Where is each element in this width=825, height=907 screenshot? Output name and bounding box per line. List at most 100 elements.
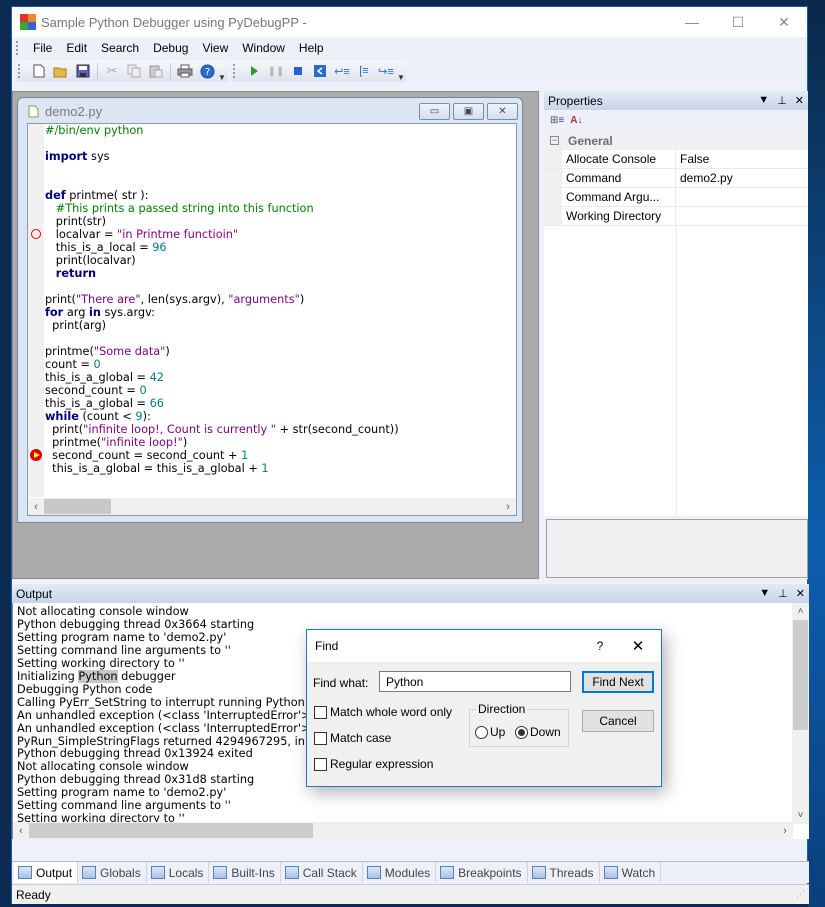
help-button[interactable]: ? bbox=[585, 639, 615, 653]
code-line[interactable] bbox=[45, 137, 399, 150]
output-horizontal-scrollbar[interactable]: ‹ › bbox=[13, 822, 793, 839]
toolbar-overflow-button[interactable]: ▼ bbox=[218, 60, 226, 82]
save-icon[interactable] bbox=[72, 61, 94, 81]
panel-close-icon[interactable]: ✕ bbox=[796, 587, 805, 600]
code-line[interactable]: printme("Some data") bbox=[45, 345, 399, 358]
toolbar-grip[interactable] bbox=[233, 64, 237, 78]
code-line[interactable]: def printme( str ): bbox=[45, 189, 399, 202]
scrollbar-thumb[interactable] bbox=[29, 823, 313, 838]
property-category[interactable]: − General bbox=[544, 131, 808, 150]
step-out-icon[interactable]: ↪≡ bbox=[375, 61, 397, 81]
output-vertical-scrollbar[interactable]: ˄ ˅ bbox=[792, 603, 809, 824]
tab-globals[interactable]: Globals bbox=[78, 862, 147, 883]
print-icon[interactable] bbox=[174, 61, 196, 81]
direction-up-radio[interactable]: Up bbox=[475, 725, 505, 739]
menu-file[interactable]: File bbox=[26, 41, 59, 55]
find-what-input[interactable] bbox=[379, 671, 571, 692]
cancel-button[interactable]: Cancel bbox=[582, 710, 654, 732]
tab-call-stack[interactable]: Call Stack bbox=[281, 862, 363, 883]
scrollbar-thumb[interactable] bbox=[44, 499, 111, 514]
menu-debug[interactable]: Debug bbox=[146, 41, 195, 55]
code-line[interactable]: second_count = 0 bbox=[45, 384, 399, 397]
maximize-button[interactable]: ☐ bbox=[715, 7, 761, 37]
restart-icon[interactable] bbox=[309, 61, 331, 81]
new-file-icon[interactable] bbox=[28, 61, 50, 81]
pin-icon[interactable]: ⊥ bbox=[777, 94, 787, 107]
code-line[interactable] bbox=[45, 280, 399, 293]
code-line[interactable]: #This prints a passed string into this f… bbox=[45, 202, 399, 215]
code-line[interactable]: print(str) bbox=[45, 215, 399, 228]
scroll-right-icon[interactable]: › bbox=[777, 825, 793, 837]
menu-help[interactable]: Help bbox=[292, 41, 331, 55]
scrollbar-thumb[interactable] bbox=[793, 620, 808, 730]
tab-breakpoints[interactable]: Breakpoints bbox=[436, 862, 528, 883]
code-line[interactable]: printme("infinite loop!") bbox=[45, 436, 399, 449]
code-text[interactable]: #/bin/env python import sys def printme(… bbox=[45, 124, 399, 475]
tab-modules[interactable]: Modules bbox=[363, 862, 437, 883]
code-line[interactable]: this_is_a_global = 42 bbox=[45, 371, 399, 384]
panel-dropdown-icon[interactable]: ▼ bbox=[758, 94, 769, 107]
toolbar-overflow-button[interactable]: ▼ bbox=[397, 60, 405, 82]
toolbar-grip[interactable] bbox=[18, 64, 22, 78]
code-line[interactable]: localvar = "in Printme functioin" bbox=[45, 228, 399, 241]
tab-watch[interactable]: Watch bbox=[600, 862, 662, 883]
paste-icon[interactable] bbox=[145, 61, 167, 81]
code-line[interactable]: for arg in sys.argv: bbox=[45, 306, 399, 319]
code-line[interactable]: import sys bbox=[45, 150, 399, 163]
scroll-down-icon[interactable]: ˅ bbox=[792, 807, 809, 824]
menu-search[interactable]: Search bbox=[94, 41, 146, 55]
doc-restore-button[interactable]: ▣ bbox=[453, 102, 484, 120]
code-line[interactable] bbox=[45, 332, 399, 345]
open-folder-icon[interactable] bbox=[50, 61, 72, 81]
property-row[interactable]: Command Argu... bbox=[544, 188, 808, 207]
property-row[interactable]: Command demo2.py bbox=[544, 169, 808, 188]
editor-horizontal-scrollbar[interactable]: ‹ › bbox=[28, 498, 516, 515]
code-line[interactable]: this_is_a_local = 96 bbox=[45, 241, 399, 254]
code-line[interactable]: return bbox=[45, 267, 399, 280]
menu-window[interactable]: Window bbox=[235, 41, 292, 55]
code-editor[interactable]: #/bin/env python import sys def printme(… bbox=[27, 123, 517, 516]
copy-icon[interactable] bbox=[123, 61, 145, 81]
tab-output[interactable]: Output bbox=[14, 862, 79, 883]
code-line[interactable] bbox=[45, 163, 399, 176]
scroll-right-icon[interactable]: › bbox=[500, 501, 516, 513]
step-over-icon[interactable]: ↩≡ bbox=[331, 61, 353, 81]
doc-minimize-button[interactable]: ▭ bbox=[419, 102, 450, 120]
code-line[interactable]: this_is_a_global = 66 bbox=[45, 397, 399, 410]
direction-down-radio[interactable]: Down bbox=[515, 725, 561, 739]
property-row[interactable]: Allocate Console False bbox=[544, 150, 808, 169]
scroll-up-icon[interactable]: ˄ bbox=[792, 603, 809, 620]
document-title-bar[interactable]: demo2.py ▭ ▣ ✕ bbox=[18, 98, 522, 124]
close-button[interactable]: ✕ bbox=[761, 7, 807, 37]
menu-view[interactable]: View bbox=[195, 41, 235, 55]
scroll-left-icon[interactable]: ‹ bbox=[13, 825, 29, 837]
match-case-checkbox[interactable]: Match case bbox=[314, 731, 391, 745]
code-line[interactable]: print("infinite loop!, Count is currentl… bbox=[45, 423, 398, 436]
breakpoint-icon[interactable] bbox=[31, 229, 41, 239]
code-line[interactable]: print(localvar) bbox=[45, 254, 399, 267]
pause-icon[interactable]: ❚❚ bbox=[265, 61, 287, 81]
help-icon[interactable]: ? bbox=[196, 61, 218, 81]
pin-icon[interactable]: ⊥ bbox=[778, 587, 788, 600]
title-bar[interactable]: Sample Python Debugger using PyDebugPP -… bbox=[12, 7, 807, 37]
menu-grip[interactable] bbox=[16, 41, 20, 55]
tab-threads[interactable]: Threads bbox=[528, 862, 600, 883]
collapse-icon[interactable]: − bbox=[550, 136, 559, 145]
match-whole-word-checkbox[interactable]: Match whole word only bbox=[314, 705, 452, 719]
panel-dropdown-icon[interactable]: ▼ bbox=[759, 587, 770, 600]
code-line[interactable]: second_count = second_count + 1 bbox=[45, 449, 399, 462]
run-icon[interactable] bbox=[243, 61, 265, 81]
panel-close-icon[interactable]: ✕ bbox=[795, 94, 804, 107]
code-line[interactable]: this_is_a_global = this_is_a_global + 1 bbox=[45, 462, 399, 475]
categorized-view-icon[interactable]: ⊞≡ bbox=[550, 115, 564, 126]
output-line[interactable]: Not allocating console window bbox=[17, 605, 436, 619]
cut-icon[interactable]: ✂ bbox=[101, 61, 123, 81]
regex-checkbox[interactable]: Regular expression bbox=[314, 757, 433, 771]
menu-edit[interactable]: Edit bbox=[59, 41, 94, 55]
scroll-left-icon[interactable]: ‹ bbox=[28, 501, 44, 513]
property-row[interactable]: Working Directory bbox=[544, 207, 808, 226]
code-line[interactable]: print(arg) bbox=[45, 319, 399, 332]
code-line[interactable]: print("There are", len(sys.argv), "argum… bbox=[45, 293, 399, 306]
editor-gutter[interactable] bbox=[28, 124, 44, 497]
find-next-button[interactable]: Find Next bbox=[582, 671, 654, 693]
